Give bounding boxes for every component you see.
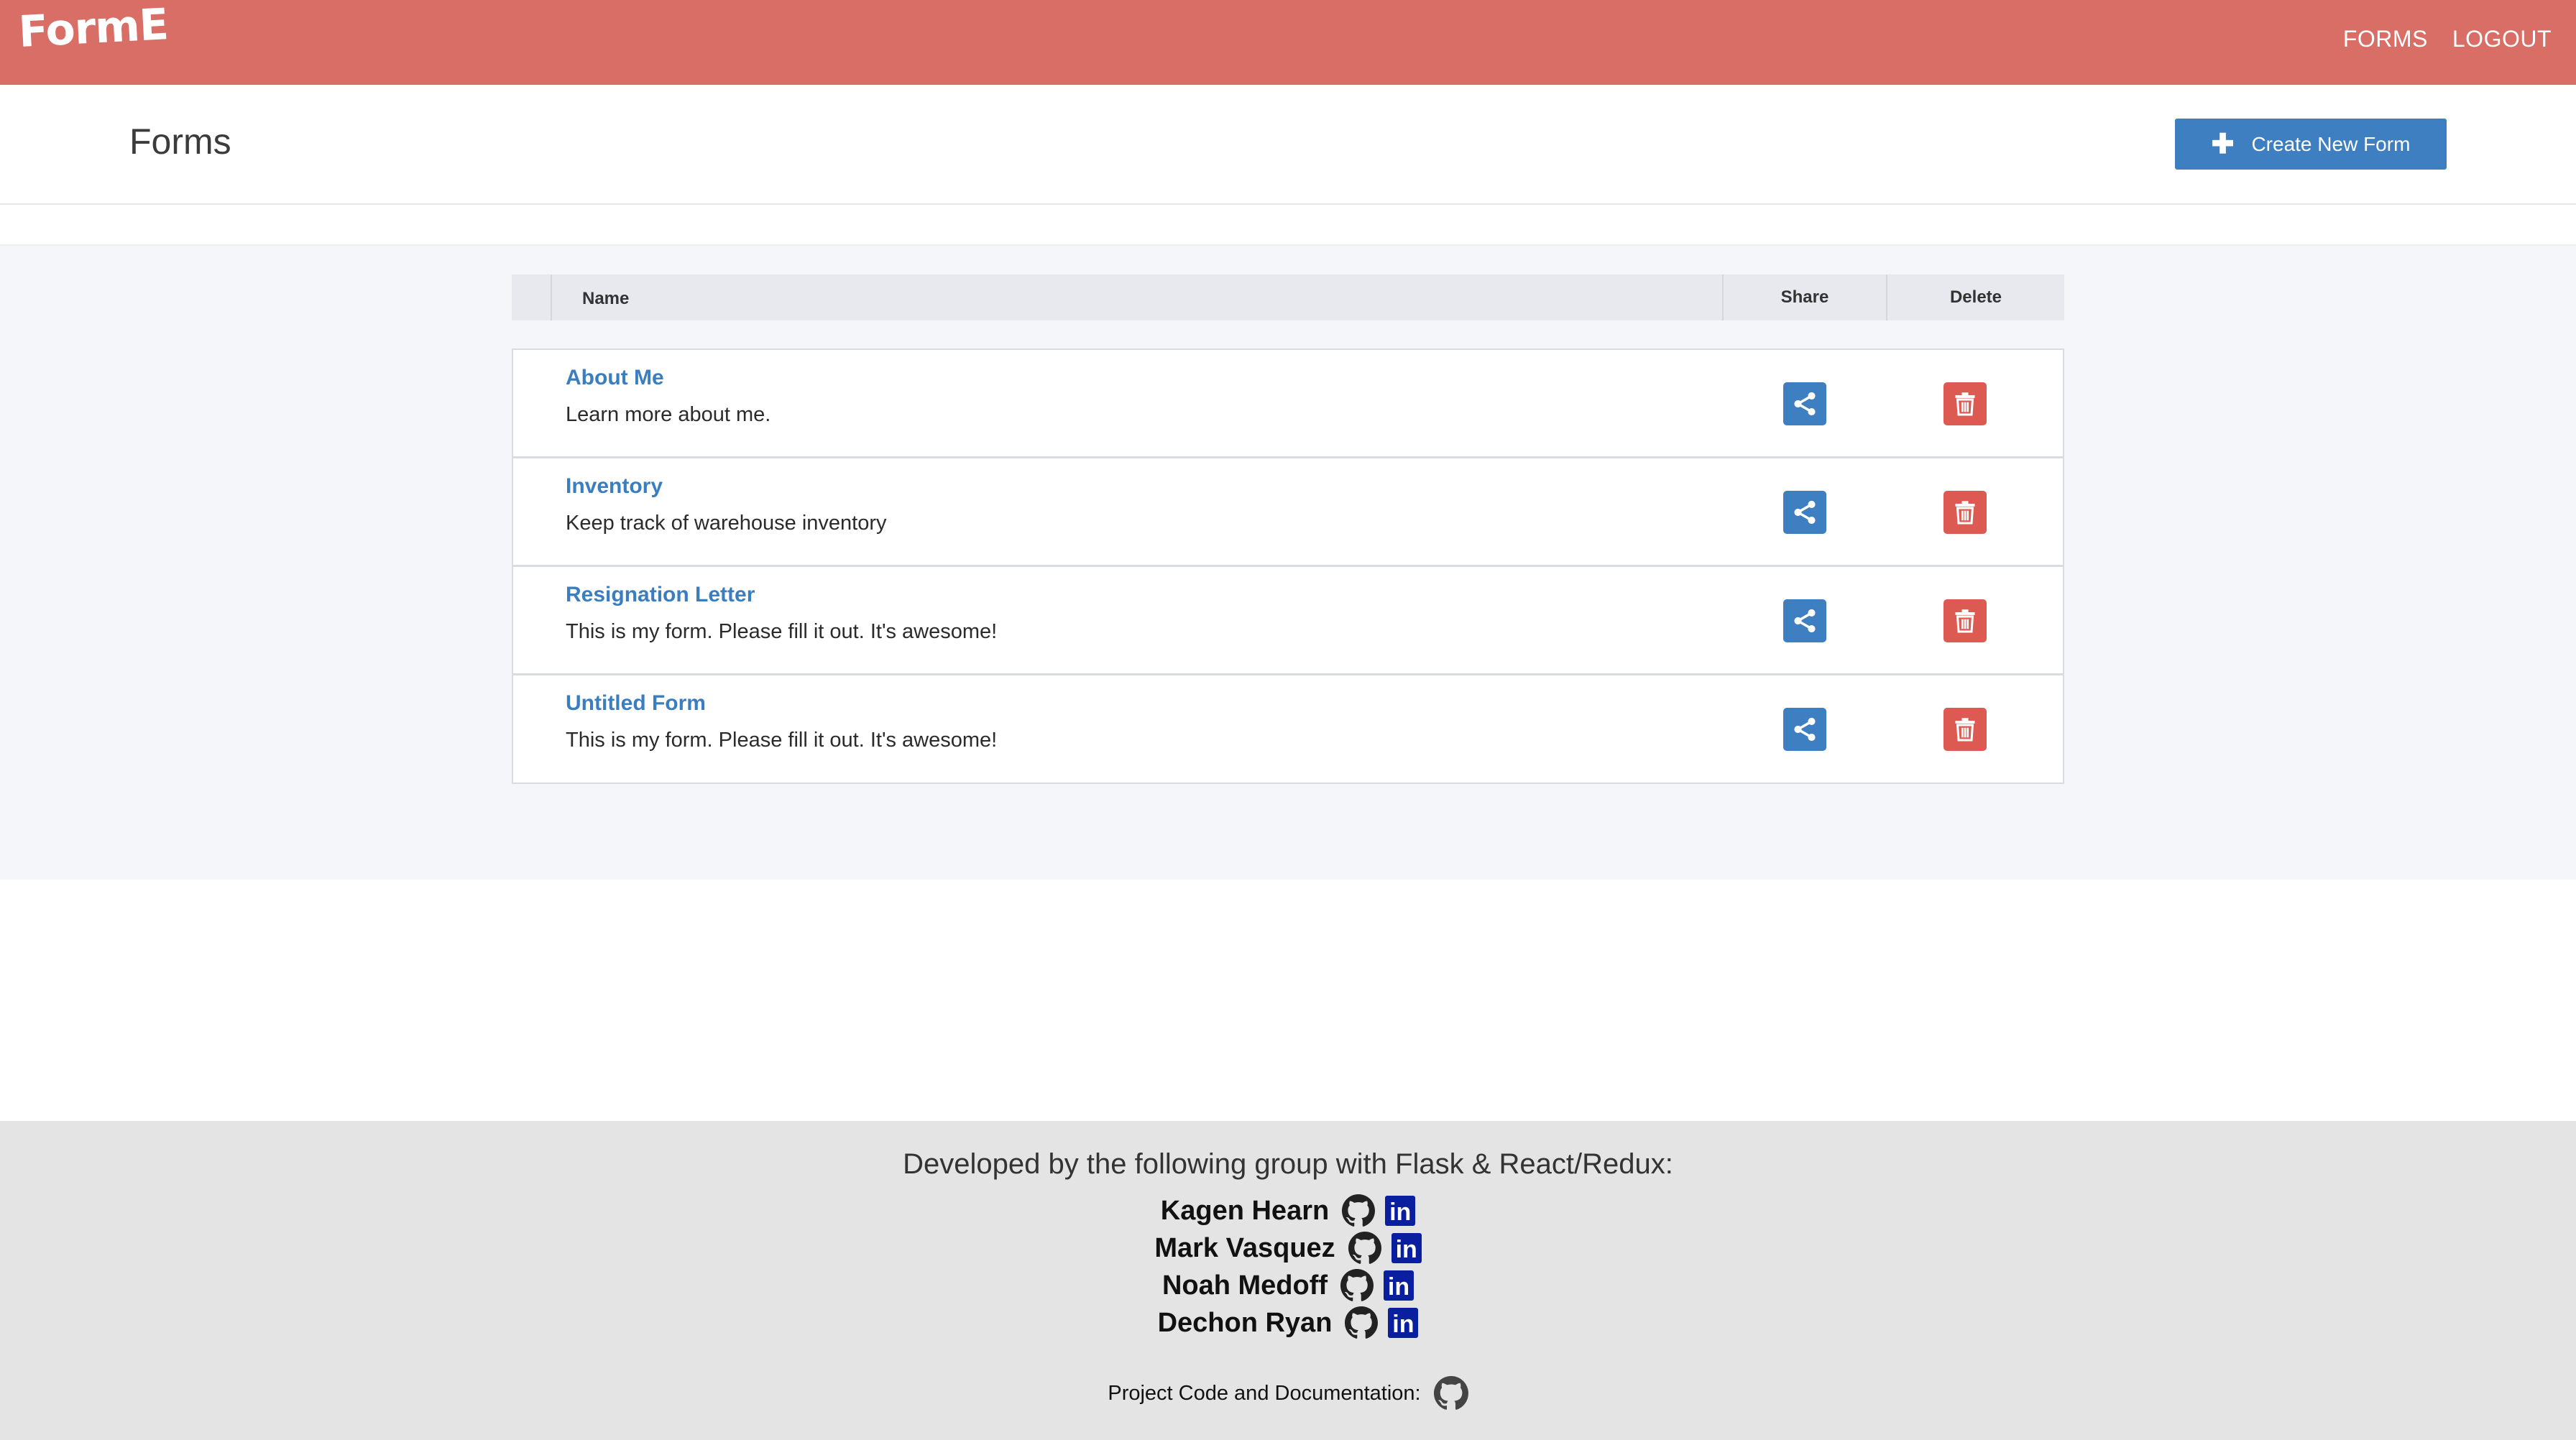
form-name-link[interactable]: Resignation Letter xyxy=(566,583,755,607)
linkedin-icon[interactable]: in xyxy=(1384,1270,1414,1301)
developer-row: Mark Vasquez in xyxy=(0,1232,2576,1265)
share-button[interactable] xyxy=(1783,708,1826,751)
github-icon[interactable] xyxy=(1433,1376,1468,1411)
trash-icon xyxy=(1955,501,1975,525)
developer-name: Mark Vasquez xyxy=(1154,1232,1335,1263)
plus-icon: ✚ xyxy=(2211,129,2235,160)
developer-row: Noah Medoff in xyxy=(0,1269,2576,1302)
github-icon[interactable] xyxy=(1348,1232,1381,1265)
form-description: This is my form. Please fill it out. It'… xyxy=(566,620,998,643)
share-icon xyxy=(1794,392,1816,416)
nav-link-forms[interactable]: FORMS xyxy=(2343,26,2428,52)
share-icon xyxy=(1794,500,1816,525)
share-button[interactable] xyxy=(1783,382,1826,425)
linkedin-icon[interactable]: in xyxy=(1385,1196,1416,1226)
navbar: FormE FORMS LOGOUT xyxy=(0,0,2576,85)
developer-row: Kagen Hearn in xyxy=(0,1194,2576,1227)
forms-table: About Me Learn more about me. Inventory … xyxy=(512,349,2064,784)
form-description: Keep track of warehouse inventory xyxy=(566,512,887,535)
github-icon[interactable] xyxy=(1342,1194,1376,1227)
delete-button[interactable] xyxy=(1944,708,1987,751)
nav-link-logout[interactable]: LOGOUT xyxy=(2452,26,2552,52)
footer-heading: Developed by the following group with Fl… xyxy=(903,1148,1673,1180)
linkedin-icon[interactable]: in xyxy=(1391,1233,1422,1263)
share-icon xyxy=(1794,609,1816,633)
form-description: This is my form. Please fill it out. It'… xyxy=(566,729,998,752)
create-new-form-label: Create New Form xyxy=(2251,132,2411,155)
table-row: Resignation Letter This is my form. Plea… xyxy=(513,567,2063,675)
page-header: Forms ✚ Create New Form xyxy=(0,85,2576,205)
github-icon[interactable] xyxy=(1340,1269,1374,1302)
form-name-link[interactable]: Inventory xyxy=(566,474,663,499)
forms-section: Name Share Delete About Me Learn more ab… xyxy=(0,244,2576,880)
developer-name: Dechon Ryan xyxy=(1157,1307,1333,1338)
trash-icon xyxy=(1955,609,1975,633)
table-row: Inventory Keep track of warehouse invent… xyxy=(513,458,2063,567)
developer-name: Noah Medoff xyxy=(1162,1270,1328,1301)
project-label: Project Code and Documentation: xyxy=(1108,1381,1421,1405)
form-name-link[interactable]: About Me xyxy=(566,366,664,390)
create-new-form-button[interactable]: ✚ Create New Form xyxy=(2175,119,2447,170)
form-name-link[interactable]: Untitled Form xyxy=(566,691,706,716)
project-link-row: Project Code and Documentation: xyxy=(0,1376,2576,1411)
column-header-name: Name xyxy=(582,289,630,308)
table-row: Untitled Form This is my form. Please fi… xyxy=(513,675,2063,783)
github-icon[interactable] xyxy=(1345,1306,1379,1339)
table-header-spacer xyxy=(512,274,552,320)
trash-icon xyxy=(1955,718,1975,742)
column-header-share: Share xyxy=(1722,274,1887,320)
linkedin-icon[interactable]: in xyxy=(1388,1308,1419,1338)
developer-row: Dechon Ryan in xyxy=(0,1306,2576,1339)
delete-button[interactable] xyxy=(1944,382,1987,425)
delete-button[interactable] xyxy=(1944,491,1987,534)
trash-icon xyxy=(1955,392,1975,416)
app-logo[interactable]: FormE xyxy=(17,0,169,57)
table-row: About Me Learn more about me. xyxy=(513,350,2063,458)
column-header-delete: Delete xyxy=(1949,287,2002,307)
share-button[interactable] xyxy=(1783,491,1826,534)
share-button[interactable] xyxy=(1783,599,1826,642)
developer-name: Kagen Hearn xyxy=(1160,1195,1330,1226)
delete-button[interactable] xyxy=(1944,599,1987,642)
form-description: Learn more about me. xyxy=(566,403,771,426)
page-title: Forms xyxy=(129,121,231,162)
table-header: Name Share Delete xyxy=(512,274,2064,320)
share-icon xyxy=(1794,717,1816,742)
nav-links: FORMS LOGOUT xyxy=(2343,0,2552,78)
footer: Developed by the following group with Fl… xyxy=(0,1121,2576,1440)
